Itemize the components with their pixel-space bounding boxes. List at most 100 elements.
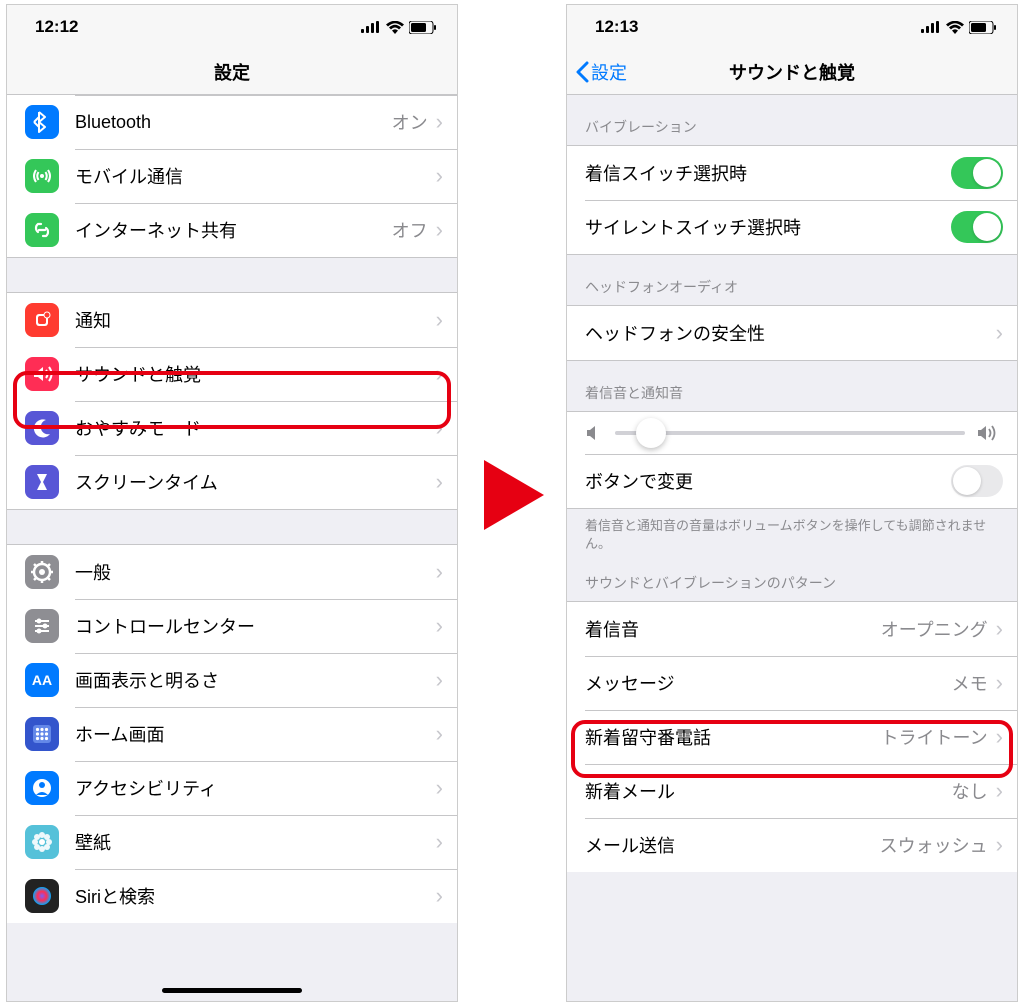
home-indicator bbox=[162, 988, 302, 993]
cell-hotspot[interactable]: インターネット共有オフ› bbox=[7, 203, 457, 257]
cell-label: メッセージ bbox=[585, 670, 952, 696]
section-header-vibration: バイブレーション bbox=[567, 95, 1017, 145]
status-bar: 12:13 bbox=[567, 5, 1017, 49]
cell-label: 画面表示と明るさ bbox=[75, 667, 436, 693]
cell-label: おやすみモード bbox=[75, 415, 436, 441]
chevron-right-icon: › bbox=[436, 667, 443, 693]
back-label: 設定 bbox=[591, 59, 627, 85]
back-button[interactable]: 設定 bbox=[567, 59, 627, 85]
nav-bar: 設定 bbox=[7, 49, 457, 95]
sliders-icon bbox=[25, 609, 59, 643]
arrow-icon bbox=[484, 460, 544, 530]
chevron-right-icon: › bbox=[436, 883, 443, 909]
cell-label: 新着留守番電話 bbox=[585, 724, 881, 750]
chevron-right-icon: › bbox=[436, 361, 443, 387]
cell-label: ヘッドフォンの安全性 bbox=[585, 320, 996, 346]
chevron-back-icon bbox=[575, 61, 589, 83]
cell-label: サウンドと触覚 bbox=[75, 361, 436, 387]
cell-control[interactable]: コントロールセンター› bbox=[7, 599, 457, 653]
cell-label: アクセシビリティ bbox=[75, 775, 436, 801]
cell-label: ホーム画面 bbox=[75, 721, 436, 747]
cell-value: オン bbox=[392, 109, 428, 135]
cell-vibrate-ring[interactable]: 着信スイッチ選択時 bbox=[567, 146, 1017, 200]
nav-bar: 設定 サウンドと触覚 bbox=[567, 49, 1017, 95]
cell-vibrate-silent[interactable]: サイレントスイッチ選択時 bbox=[567, 200, 1017, 254]
battery-icon bbox=[409, 21, 437, 34]
chevron-right-icon: › bbox=[436, 613, 443, 639]
speaker-low-icon bbox=[585, 424, 603, 442]
chevron-right-icon: › bbox=[996, 670, 1003, 696]
toggle-change-buttons[interactable] bbox=[951, 465, 1003, 497]
cell-value: オフ bbox=[392, 217, 428, 243]
cell-cellular[interactable]: モバイル通信› bbox=[7, 149, 457, 203]
cell-wallpaper[interactable]: 壁紙› bbox=[7, 815, 457, 869]
cell-accessibility[interactable]: アクセシビリティ› bbox=[7, 761, 457, 815]
cell-label: 新着メール bbox=[585, 778, 952, 804]
cell-screentime[interactable]: スクリーンタイム› bbox=[7, 455, 457, 509]
chevron-right-icon: › bbox=[996, 616, 1003, 642]
cell-display[interactable]: AA 画面表示と明るさ› bbox=[7, 653, 457, 707]
gear-icon bbox=[25, 555, 59, 589]
battery-icon bbox=[969, 21, 997, 34]
cell-notifications[interactable]: 通知› bbox=[7, 293, 457, 347]
signal-icon bbox=[921, 21, 941, 33]
cell-general[interactable]: 一般› bbox=[7, 545, 457, 599]
cell-dnd[interactable]: おやすみモード› bbox=[7, 401, 457, 455]
cell-home[interactable]: ホーム画面› bbox=[7, 707, 457, 761]
cell-value: なし bbox=[952, 778, 988, 804]
status-time: 12:12 bbox=[35, 17, 78, 37]
settings-screen-right: 12:13 設定 サウンドと触覚 バイブレーション 着信スイッチ選択時 サイレン… bbox=[566, 4, 1018, 1002]
chevron-right-icon: › bbox=[996, 724, 1003, 750]
volume-slider[interactable] bbox=[615, 431, 965, 435]
cell-value: スウォッシュ bbox=[880, 832, 988, 858]
cell-label: スクリーンタイム bbox=[75, 469, 436, 495]
chevron-right-icon: › bbox=[436, 721, 443, 747]
cell-label: 壁紙 bbox=[75, 829, 436, 855]
cell-change-buttons[interactable]: ボタンで変更 bbox=[567, 454, 1017, 508]
cell-label: 一般 bbox=[75, 559, 436, 585]
chevron-right-icon: › bbox=[436, 109, 443, 135]
moon-icon bbox=[25, 411, 59, 445]
cell-label: 着信スイッチ選択時 bbox=[585, 160, 951, 186]
chevron-right-icon: › bbox=[996, 832, 1003, 858]
section-header-patterns: サウンドとバイブレーションのパターン bbox=[567, 559, 1017, 601]
chevron-right-icon: › bbox=[436, 775, 443, 801]
cell-bluetooth[interactable]: Bluetoothオン › bbox=[7, 95, 457, 149]
cell-label: メール送信 bbox=[585, 832, 880, 858]
section-header-headphone: ヘッドフォンオーディオ bbox=[567, 255, 1017, 305]
aa-icon: AA bbox=[25, 663, 59, 697]
cell-voicemail[interactable]: 新着留守番電話トライトーン› bbox=[567, 710, 1017, 764]
chevron-right-icon: › bbox=[996, 320, 1003, 346]
toggle-vibrate-silent[interactable] bbox=[951, 211, 1003, 243]
chevron-right-icon: › bbox=[996, 778, 1003, 804]
cell-label: コントロールセンター bbox=[75, 613, 436, 639]
section-header-ringer: 着信音と通知音 bbox=[567, 361, 1017, 411]
volume-slider-cell[interactable] bbox=[567, 412, 1017, 454]
chevron-right-icon: › bbox=[436, 415, 443, 441]
cell-sentmail[interactable]: メール送信スウォッシュ › bbox=[567, 818, 1017, 872]
cell-label: 通知 bbox=[75, 307, 436, 333]
status-bar: 12:12 bbox=[7, 5, 457, 49]
slider-knob[interactable] bbox=[636, 418, 666, 448]
cell-texttone[interactable]: メッセージメモ› bbox=[567, 656, 1017, 710]
cell-label: サイレントスイッチ選択時 bbox=[585, 214, 951, 240]
cell-headphone-safety[interactable]: ヘッドフォンの安全性 › bbox=[567, 306, 1017, 360]
flower-icon bbox=[25, 825, 59, 859]
cell-label: Bluetooth bbox=[75, 112, 392, 133]
cell-label: モバイル通信 bbox=[75, 163, 436, 189]
wifi-icon bbox=[946, 21, 964, 34]
cell-value: オープニング bbox=[881, 616, 988, 642]
cell-sounds[interactable]: サウンドと触覚› bbox=[7, 347, 457, 401]
section-footer: 着信音と通知音の音量はボリュームボタンを操作しても調節されません。 bbox=[567, 509, 1017, 559]
page-title: 設定 bbox=[7, 59, 457, 85]
settings-screen-left: 12:12 設定 Bluetoothオン›モバイル通信›インターネット共有オフ›… bbox=[6, 4, 458, 1002]
cell-siri[interactable]: Siriと検索› bbox=[7, 869, 457, 923]
grid-icon bbox=[25, 717, 59, 751]
cell-label: インターネット共有 bbox=[75, 217, 392, 243]
cell-newmail[interactable]: 新着メールなし › bbox=[567, 764, 1017, 818]
cell-label: Siriと検索 bbox=[75, 883, 436, 909]
cell-ringtone[interactable]: 着信音オープニング› bbox=[567, 602, 1017, 656]
antenna-icon bbox=[25, 159, 59, 193]
toggle-vibrate-ring[interactable] bbox=[951, 157, 1003, 189]
status-icons bbox=[361, 21, 437, 34]
